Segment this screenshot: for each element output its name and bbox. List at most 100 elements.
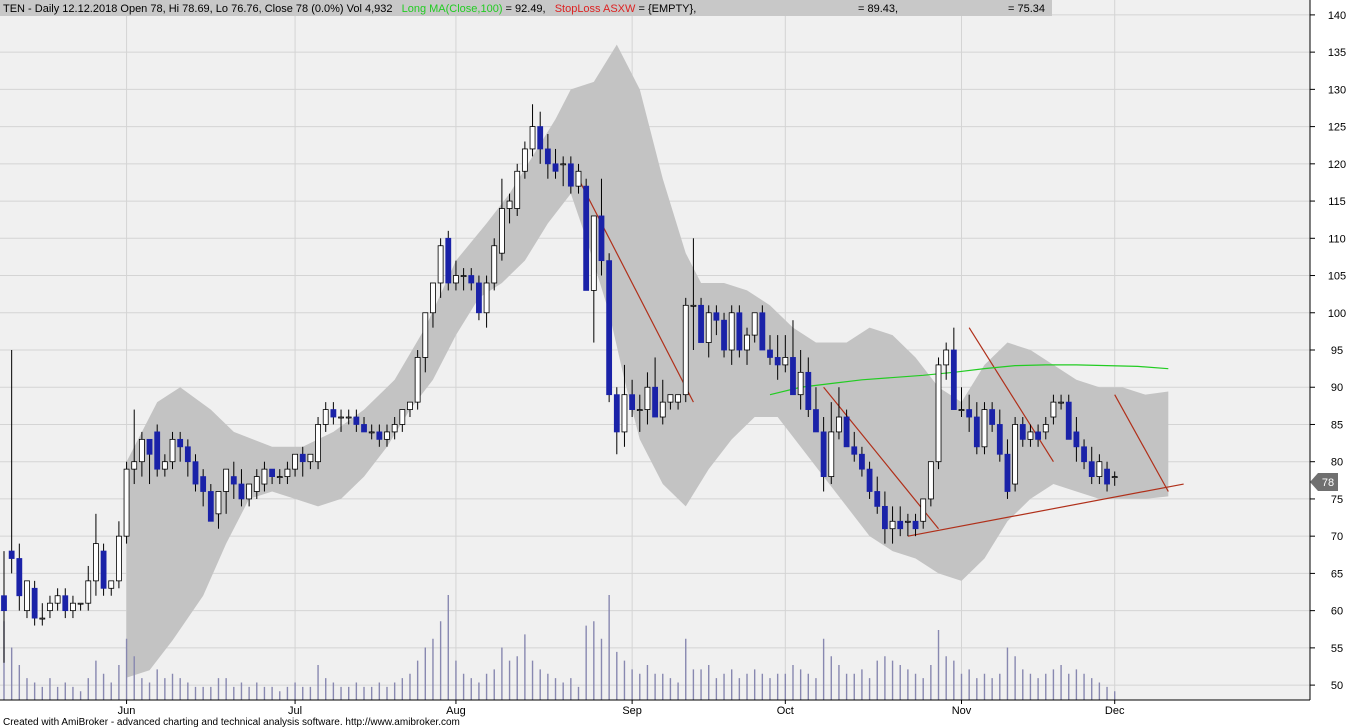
candle-body	[437, 245, 444, 284]
candle-body	[445, 237, 452, 284]
candle-body	[108, 580, 115, 589]
candle-body	[927, 461, 934, 500]
y-tick-label: 100	[1328, 308, 1346, 320]
candle-body	[575, 170, 582, 187]
candle-body	[521, 148, 528, 172]
candle-body	[805, 371, 812, 410]
stoploss-legend: StopLoss ASXW	[555, 3, 636, 15]
y-tick-label: 50	[1331, 680, 1343, 692]
candle-body	[1073, 431, 1080, 448]
candle-body	[407, 401, 413, 410]
candle-body	[552, 163, 559, 172]
x-tick-label: Aug	[446, 705, 466, 717]
candle-body	[453, 275, 459, 284]
candle-body	[491, 245, 498, 284]
candle-body	[31, 587, 38, 619]
candle-body	[1004, 453, 1011, 492]
x-tick-label: Oct	[777, 705, 794, 717]
candle-body	[506, 200, 513, 209]
candle-body	[131, 461, 138, 470]
candle-body	[690, 304, 697, 307]
candle-body	[184, 446, 191, 463]
y-tick-label: 85	[1331, 419, 1343, 431]
candle-body	[606, 260, 613, 396]
candle-body	[1042, 424, 1049, 433]
candle	[154, 424, 161, 477]
candle-body	[843, 416, 850, 448]
candle-body	[315, 424, 321, 463]
candle-body	[744, 334, 750, 351]
y-tick-label: 125	[1328, 122, 1346, 134]
candle-body	[384, 431, 390, 440]
candle-body	[667, 394, 674, 403]
candle-body	[1, 595, 7, 612]
candle-body	[659, 401, 666, 418]
candle-body	[935, 364, 942, 463]
candle-body	[966, 409, 973, 418]
candle-body	[292, 453, 298, 470]
candle-body	[560, 163, 567, 166]
candle-body	[399, 409, 406, 425]
candle-body	[414, 357, 421, 403]
candle	[100, 543, 107, 596]
candle-body	[138, 438, 145, 463]
candle-body	[1035, 431, 1041, 440]
candle-body	[813, 409, 819, 433]
x-tick-label: Jun	[118, 705, 136, 717]
candle-body	[192, 461, 199, 485]
candle-body	[705, 312, 712, 343]
candle-body	[698, 304, 704, 343]
ohlc-info: TEN - Daily 12.12.2018 Open 78, Hi 78.69…	[3, 3, 393, 15]
candle-body	[322, 409, 329, 425]
candle-body	[16, 558, 23, 597]
candle-body	[736, 312, 743, 351]
candle-body	[261, 468, 268, 485]
y-tick-label: 70	[1331, 531, 1343, 543]
candle-body	[422, 312, 429, 358]
y-tick-label: 140	[1328, 10, 1346, 22]
candle-body	[276, 476, 283, 478]
candle-body	[996, 424, 1003, 455]
candle-body	[820, 431, 827, 477]
candle-body	[1065, 401, 1072, 440]
candle-body	[77, 602, 84, 605]
candle-body	[636, 409, 643, 411]
y-tick-label: 135	[1328, 47, 1346, 59]
candle-body	[47, 602, 53, 612]
candle-body	[468, 275, 475, 284]
candle-body	[85, 580, 92, 604]
candle-body	[583, 185, 590, 291]
candle-body	[514, 170, 521, 209]
y-tick-label: 110	[1328, 233, 1346, 245]
ma-legend: Long MA(Close,100)	[402, 3, 503, 15]
candle-body	[253, 476, 260, 492]
candle-body	[345, 416, 352, 419]
x-tick-label: Jul	[288, 705, 302, 717]
candle-body	[728, 312, 735, 351]
last-price-label: 78	[1322, 477, 1334, 489]
candle-body	[39, 617, 46, 620]
candle-body	[200, 476, 207, 492]
candle-body	[476, 282, 482, 314]
candle-body	[981, 409, 988, 448]
candle-body	[146, 438, 153, 455]
y-tick-label: 55	[1331, 643, 1343, 655]
candle-body	[859, 453, 865, 470]
candle-body	[537, 126, 544, 150]
candle-body	[70, 602, 76, 612]
candle-body	[93, 543, 99, 582]
y-tick-label: 115	[1328, 196, 1346, 208]
candle-body	[874, 491, 881, 507]
candle-body	[368, 431, 375, 434]
candle-body	[361, 424, 367, 433]
candle-body	[644, 386, 651, 410]
candle-body	[353, 416, 360, 425]
candle-body	[177, 438, 184, 448]
candle-body	[62, 595, 69, 612]
candle-body	[1104, 468, 1110, 485]
candle-body	[544, 148, 551, 165]
price-chart[interactable]: 50 55 60 65 70 75 80 85 90 95 100 105 110 115 120 125 13…	[0, 0, 1366, 728]
candle-body	[307, 453, 314, 463]
candle-body	[223, 468, 230, 492]
y-tick-label: 105	[1328, 271, 1346, 283]
